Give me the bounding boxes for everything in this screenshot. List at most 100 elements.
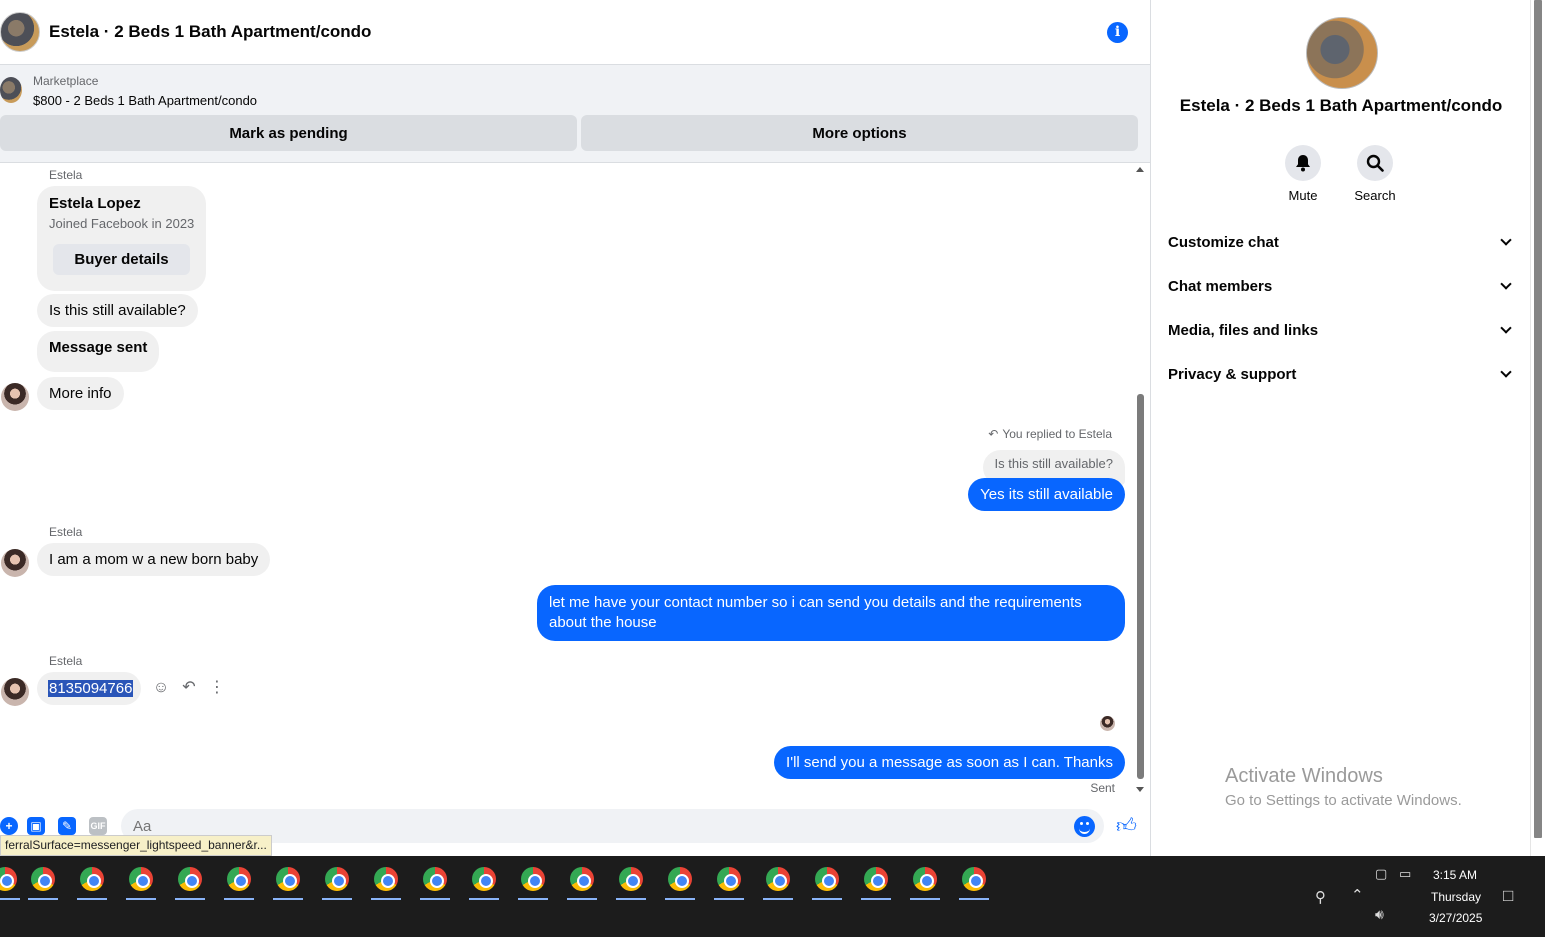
chrome-logo [962, 867, 986, 891]
plus-icon[interactable]: + [0, 817, 18, 835]
chrome-icon[interactable] [0, 864, 20, 900]
reply-note-text: You replied to Estela [1002, 427, 1112, 441]
buyer-card: Estela Lopez Joined Facebook in 2023 Buy… [37, 186, 206, 291]
chrome-icon[interactable] [812, 864, 842, 900]
listing-avatar[interactable] [0, 12, 40, 52]
chat-header: Estela · 2 Beds 1 Bath Apartment/condo i [0, 0, 1150, 65]
bell-icon[interactable] [1285, 145, 1321, 181]
chrome-icon[interactable] [567, 864, 597, 900]
chrome-icon[interactable] [665, 864, 695, 900]
chat-members-row[interactable]: Chat members [1168, 266, 1514, 306]
chevron-up-icon[interactable]: ⌃ [1351, 886, 1364, 904]
chrome-icon[interactable] [420, 864, 450, 900]
network-icon[interactable]: ▭ [1399, 866, 1411, 882]
chevron-down-icon [1500, 366, 1512, 378]
chrome-icon[interactable] [77, 864, 107, 900]
volume-icon[interactable]: 🔊︎ [1375, 906, 1384, 923]
running-indicator [28, 898, 58, 900]
link-url-tooltip: ferralSurface=messenger_lightspeed_banne… [0, 835, 272, 856]
thumbs-up-icon[interactable]: 👍︎ [1116, 815, 1138, 837]
chrome-icon[interactable] [126, 864, 156, 900]
customize-chat-row[interactable]: Customize chat [1168, 222, 1514, 262]
chrome-icon[interactable] [861, 864, 891, 900]
scroll-down-arrow-icon[interactable] [1136, 787, 1144, 792]
clock-day[interactable]: Thursday [1431, 890, 1481, 904]
chrome-icon[interactable] [28, 864, 58, 900]
message-out[interactable]: Yes its still available [968, 478, 1125, 511]
message-in[interactable]: I am a mom w a new born baby [37, 543, 271, 576]
message-out[interactable]: I'll send you a message as soon as I can… [774, 746, 1125, 779]
sender-avatar[interactable] [1, 383, 29, 411]
media-files-links-row[interactable]: Media, files and links [1168, 310, 1514, 350]
chrome-logo [472, 867, 496, 891]
page-scrollbar[interactable] [1530, 0, 1545, 856]
chrome-logo [31, 867, 55, 891]
search-icon[interactable] [1357, 145, 1393, 181]
chrome-logo [0, 867, 17, 891]
scroll-up-arrow-icon[interactable] [1136, 167, 1144, 172]
chrome-icon[interactable] [959, 864, 989, 900]
chrome-icon[interactable] [714, 864, 744, 900]
mute-label: Mute [1288, 188, 1318, 203]
scroll-thumb[interactable] [1137, 394, 1144, 779]
running-indicator [665, 898, 695, 900]
chrome-icon[interactable] [175, 864, 205, 900]
chrome-icon[interactable] [322, 864, 352, 900]
info-icon[interactable]: i [1107, 22, 1128, 43]
chrome-icon[interactable] [763, 864, 793, 900]
react-icon[interactable]: ☺ [152, 679, 170, 697]
gif-icon[interactable]: GIF [89, 817, 107, 835]
side-listing-avatar[interactable] [1306, 17, 1378, 89]
chrome-logo [325, 867, 349, 891]
chrome-logo [815, 867, 839, 891]
sender-avatar[interactable] [1, 678, 29, 706]
message-scrollbar[interactable] [1134, 164, 1146, 796]
chrome-icon[interactable] [273, 864, 303, 900]
chrome-icon[interactable] [910, 864, 940, 900]
chrome-logo [913, 867, 937, 891]
running-indicator [469, 898, 499, 900]
page-scroll-thumb[interactable] [1534, 0, 1542, 838]
device-icon[interactable]: ▢ [1375, 866, 1387, 882]
clock-date[interactable]: 3/27/2025 [1429, 911, 1482, 925]
listing-thumbnail[interactable] [0, 77, 22, 103]
row-label: Privacy & support [1168, 365, 1297, 383]
chrome-icon[interactable] [518, 864, 548, 900]
reply-icon[interactable]: ↶ [180, 679, 198, 697]
running-indicator [861, 898, 891, 900]
message-in[interactable]: More info [37, 377, 124, 410]
chat-title[interactable]: Estela · 2 Beds 1 Bath Apartment/condo [49, 22, 371, 42]
running-indicator [567, 898, 597, 900]
more-options-button[interactable]: More options [581, 115, 1138, 151]
running-indicator [714, 898, 744, 900]
buyer-name: Estela Lopez [49, 195, 141, 212]
mute-button[interactable]: Mute [1273, 145, 1333, 203]
chrome-icon[interactable] [371, 864, 401, 900]
chrome-icon[interactable] [469, 864, 499, 900]
people-icon[interactable]: ⚲ [1315, 888, 1326, 906]
chrome-logo [178, 867, 202, 891]
message-out[interactable]: let me have your contact number so i can… [537, 585, 1125, 641]
message-in[interactable]: 8135094766 [37, 672, 142, 705]
search-button[interactable]: Search [1345, 145, 1405, 203]
message-in[interactable]: Message sent [37, 331, 160, 372]
chrome-icon[interactable] [616, 864, 646, 900]
buyer-details-button[interactable]: Buyer details [53, 244, 190, 275]
chevron-down-icon [1500, 322, 1512, 334]
clock-time[interactable]: 3:15 AM [1433, 868, 1477, 882]
photo-icon[interactable]: ▣ [27, 817, 45, 835]
phone-number-selected[interactable]: 8135094766 [48, 680, 134, 697]
taskbar: ⚲ ⌃ ▢ ▭ 🔊︎ 3:15 AM Thursday 3/27/2025 □ [0, 856, 1545, 937]
listing-price-title[interactable]: $800 - 2 Beds 1 Bath Apartment/condo [33, 93, 257, 108]
privacy-support-row[interactable]: Privacy & support [1168, 354, 1514, 394]
chrome-icon[interactable] [224, 864, 254, 900]
more-icon[interactable]: ⋮ [208, 679, 226, 697]
notification-icon[interactable]: □ [1503, 886, 1513, 906]
message-in[interactable]: Is this still available? [37, 294, 198, 327]
running-indicator [910, 898, 940, 900]
emoji-icon[interactable] [1074, 816, 1095, 837]
mark-as-pending-button[interactable]: Mark as pending [0, 115, 577, 151]
sender-avatar[interactable] [1, 549, 29, 577]
row-label: Media, files and links [1168, 321, 1319, 339]
sticker-icon[interactable]: ✎ [58, 817, 76, 835]
